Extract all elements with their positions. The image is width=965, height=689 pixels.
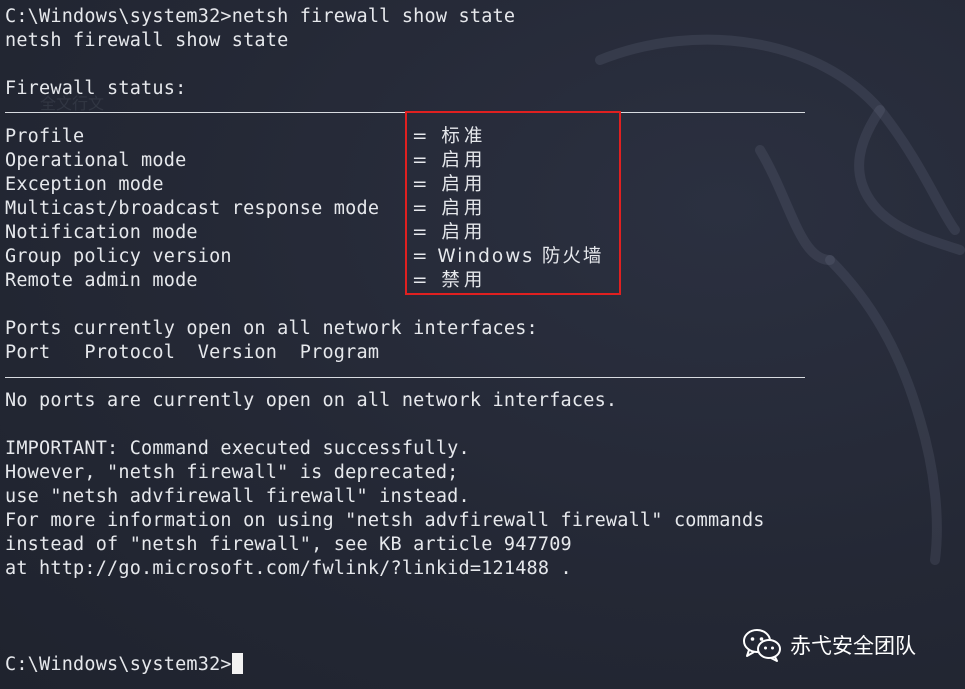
final-prompt-line[interactable]: C:\Windows\system32> xyxy=(5,653,243,677)
firewall-status-header: Firewall status: xyxy=(5,78,187,99)
divider-rule xyxy=(5,377,805,378)
setting-label-group-policy-version: Group policy version xyxy=(5,246,232,267)
more-info-line: For more information on using "netsh adv… xyxy=(5,510,765,531)
setting-label-multicast-mode: Multicast/broadcast response mode xyxy=(5,198,380,219)
kb-article-line: instead of "netsh firewall", see KB arti… xyxy=(5,534,572,555)
setting-label-remote-admin-mode: Remote admin mode xyxy=(5,270,198,291)
setting-label-operational-mode: Operational mode xyxy=(5,150,187,171)
no-ports-line: No ports are currently open on all netwo… xyxy=(5,390,618,411)
watermark: 赤弋安全团队 xyxy=(742,627,916,663)
ports-columns: Port Protocol Version Program xyxy=(5,342,380,363)
highlight-box xyxy=(405,111,621,295)
command-echo-line: netsh firewall show state xyxy=(5,30,289,51)
text-cursor xyxy=(231,653,243,674)
advfirewall-line: use "netsh advfirewall firewall" instead… xyxy=(5,486,470,507)
fwlink-line: at http://go.microsoft.com/fwlink/?linki… xyxy=(5,558,572,579)
deprecation-line: However, "netsh firewall" is deprecated; xyxy=(5,462,459,483)
terminal-window[interactable]: 全文行文 C:\Windows\system32>netsh firewall … xyxy=(0,0,965,689)
prompt-command-line: C:\Windows\system32>netsh firewall show … xyxy=(5,6,516,27)
setting-label-profile: Profile xyxy=(5,126,85,147)
watermark-text: 赤弋安全团队 xyxy=(790,634,916,658)
final-prompt: C:\Windows\system32> xyxy=(5,654,232,675)
ports-header: Ports currently open on all network inte… xyxy=(5,318,538,339)
wechat-icon xyxy=(743,629,781,662)
setting-label-exception-mode: Exception mode xyxy=(5,174,164,195)
important-line: IMPORTANT: Command executed successfully… xyxy=(5,438,470,459)
setting-label-notification-mode: Notification mode xyxy=(5,222,198,243)
